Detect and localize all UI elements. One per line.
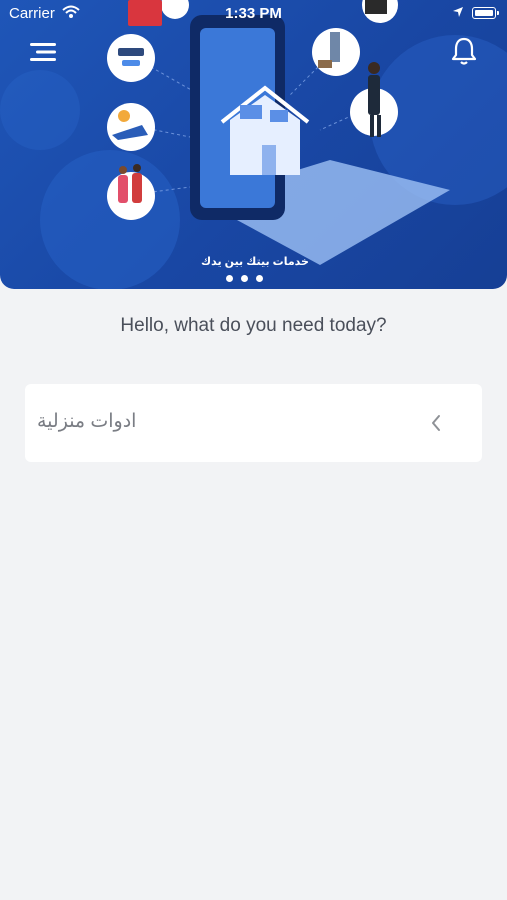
- greeting-text: Hello, what do you need today?: [120, 315, 387, 336]
- location-arrow-icon: [453, 7, 463, 17]
- category-label: ادوات منزلية: [37, 411, 137, 432]
- status-bar: Carrier 1:33 PM: [0, 0, 507, 28]
- hero-banner[interactable]: Carrier 1:33 PM خدمات بيتك بين يدك: [0, 0, 507, 289]
- hamburger-menu-icon[interactable]: [28, 38, 60, 66]
- carousel-dot-1[interactable]: [226, 275, 233, 282]
- category-item-home-tools[interactable]: ادوات منزلية: [25, 384, 482, 462]
- bell-icon[interactable]: [450, 36, 478, 66]
- banner-slogan: خدمات بيتك بين يدك: [201, 256, 309, 268]
- chevron-left-icon: [432, 415, 440, 431]
- carousel-dot-2[interactable]: [241, 275, 248, 282]
- battery-icon: [472, 7, 499, 19]
- carousel-dot-3[interactable]: [256, 275, 263, 282]
- carousel-indicator[interactable]: [226, 275, 263, 282]
- status-time: 1:33 PM: [225, 5, 282, 22]
- banner-illustration: [0, 0, 507, 289]
